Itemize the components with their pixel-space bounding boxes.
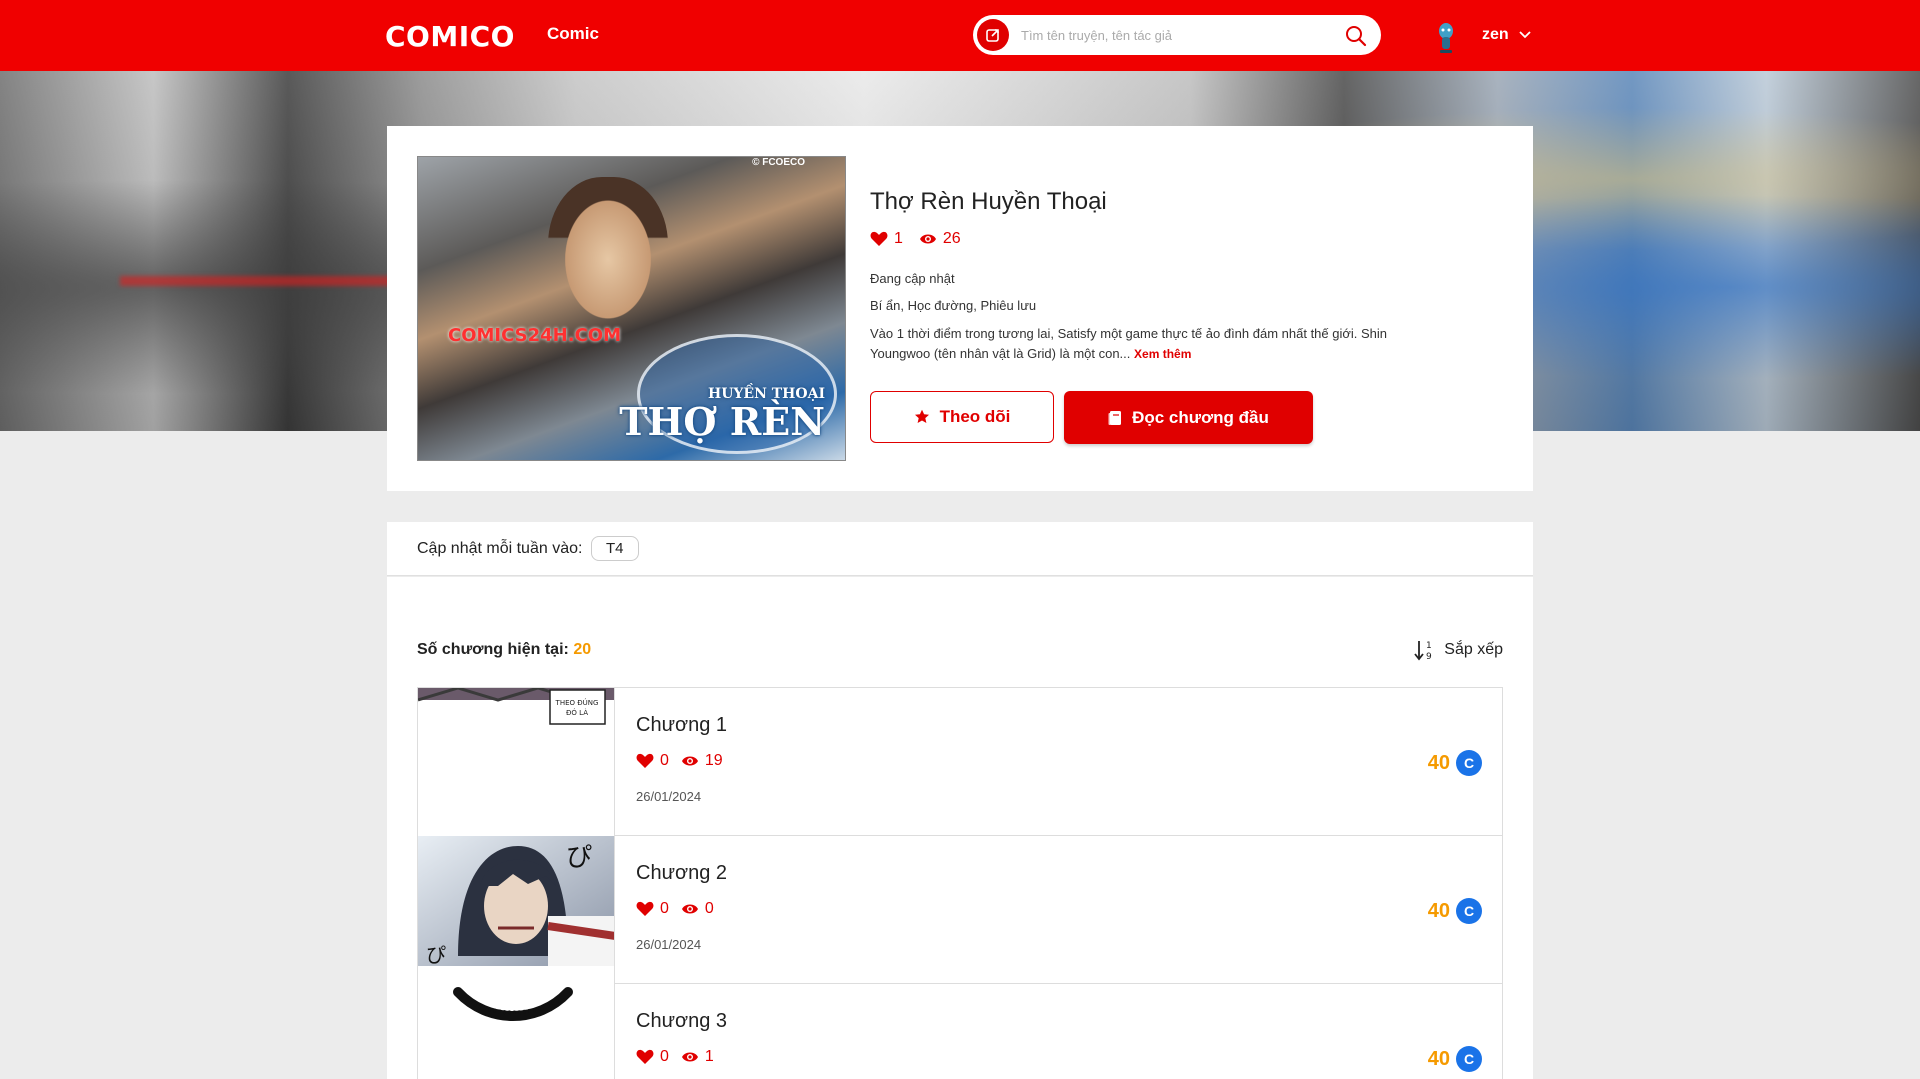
comic-stats: 1 26 xyxy=(870,230,961,248)
chapter-stats: 0 1 xyxy=(636,1048,714,1066)
search-input[interactable] xyxy=(1021,23,1321,47)
sort-button[interactable]: 19 Sắp xếp xyxy=(1414,639,1503,661)
heart-icon xyxy=(636,1049,654,1064)
nav-comic-link[interactable]: Comic xyxy=(547,24,599,44)
chapter-like-count: 0 xyxy=(660,900,669,917)
eye-icon xyxy=(681,1052,698,1062)
chapter-list: THEO ĐÚNG ĐÓ LÀ Chương 1 0 19 26/01/2024… xyxy=(417,687,1503,1079)
read-first-label: Đọc chương đầu xyxy=(1132,407,1269,427)
svg-text:ぴ: ぴ xyxy=(426,943,446,967)
comic-description: Vào 1 thời điểm trong tương lai, Satisfy… xyxy=(870,324,1430,364)
svg-text:ぴ: ぴ xyxy=(566,843,592,873)
eye-icon xyxy=(681,904,698,914)
chapter-thumbnail xyxy=(418,984,615,1079)
cover-site-text: COMICS24H.COM xyxy=(448,325,622,346)
chapter-like-count: 0 xyxy=(660,752,669,769)
cover-character xyxy=(548,177,668,327)
eye-icon xyxy=(919,234,936,244)
chapter-view-count: 1 xyxy=(704,1048,714,1065)
chapter-likes: 0 xyxy=(636,900,669,918)
sort-label: Sắp xếp xyxy=(1444,641,1503,658)
chapter-date: 26/01/2024 xyxy=(636,937,702,952)
chapter-count: Số chương hiện tại: 20 xyxy=(417,641,591,659)
comic-info-card: © FCOECO COMICS24H.COM HUYỀN THOẠI THỢ R… xyxy=(387,126,1533,491)
view-stat: 26 xyxy=(919,230,961,248)
book-icon xyxy=(1108,410,1122,425)
see-more-link[interactable]: Xem thêm xyxy=(1134,347,1191,361)
chapter-price: 40 C xyxy=(1428,1046,1482,1072)
chapter-likes: 0 xyxy=(636,1048,669,1066)
chevron-down-icon xyxy=(1519,26,1531,44)
chapter-views: 1 xyxy=(681,1048,714,1066)
username-label: zen xyxy=(1482,26,1509,43)
svg-text:ĐÓ LÀ: ĐÓ LÀ xyxy=(566,708,588,717)
sort-icon: 19 xyxy=(1414,641,1432,661)
chapter-view-count: 19 xyxy=(704,752,723,769)
heart-icon xyxy=(636,753,654,768)
chapter-row[interactable]: Chương 3 0 1 40 C xyxy=(418,984,1502,1079)
chapter-title[interactable]: Chương 2 xyxy=(636,862,727,885)
read-first-chapter-button[interactable]: Đọc chương đầu xyxy=(1064,391,1313,444)
chapter-row[interactable]: THEO ĐÚNG ĐÓ LÀ Chương 1 0 19 26/01/2024… xyxy=(418,688,1502,836)
chapter-title[interactable]: Chương 3 xyxy=(636,1010,727,1033)
eye-icon xyxy=(681,756,698,766)
price-value: 40 xyxy=(1427,1047,1450,1070)
heart-icon xyxy=(636,901,654,916)
price-value: 40 xyxy=(1427,899,1450,922)
edit-icon[interactable] xyxy=(977,19,1009,51)
chapter-like-count: 0 xyxy=(660,1048,669,1065)
follow-label: Theo dõi xyxy=(939,407,1011,426)
chapter-title[interactable]: Chương 1 xyxy=(636,714,727,737)
follow-button[interactable]: Theo dõi xyxy=(870,391,1054,443)
like-stat: 1 xyxy=(870,230,903,248)
chapter-stats: 0 0 xyxy=(636,900,714,918)
like-count: 1 xyxy=(894,230,903,247)
update-schedule: Cập nhật mỗi tuần vào: T4 xyxy=(387,522,1533,576)
cover-title-text: HUYỀN THOẠI THỢ RÈN xyxy=(619,386,825,442)
chapter-price: 40 C xyxy=(1428,750,1482,776)
coin-icon: C xyxy=(1456,750,1482,776)
chapter-thumbnail: THEO ĐÚNG ĐÓ LÀ xyxy=(418,688,615,836)
chapter-price: 40 C xyxy=(1428,898,1482,924)
search-icon[interactable] xyxy=(1345,25,1367,47)
thumb-text-1: THEO ĐÚNG xyxy=(555,698,599,707)
search-bar xyxy=(973,15,1381,55)
cover-title-main: THỢ RÈN xyxy=(619,399,825,444)
price-value: 40 xyxy=(1427,751,1450,774)
user-menu[interactable]: zen xyxy=(1482,26,1531,44)
heart-icon xyxy=(870,231,888,246)
schedule-day-badge: T4 xyxy=(591,536,639,561)
chapter-count-label: Số chương hiện tại: xyxy=(417,641,569,658)
coin-icon: C xyxy=(1456,898,1482,924)
avatar[interactable] xyxy=(1436,22,1456,56)
chapter-row[interactable]: ぴ ぴ Chương 2 0 0 26/01/2024 40 C xyxy=(418,836,1502,984)
chapter-views: 0 xyxy=(681,900,714,918)
description-text: Vào 1 thời điểm trong tương lai, Satisfy… xyxy=(870,326,1388,361)
star-icon xyxy=(914,409,929,423)
chapter-section: Số chương hiện tại: 20 19 Sắp xếp THEO Đ… xyxy=(387,577,1533,1079)
comic-genres: Bí ẩn, Học đường, Phiêu lưu xyxy=(870,298,1037,313)
top-navbar: COMICO Comic zen xyxy=(0,0,1920,71)
coin-icon: C xyxy=(1456,1046,1482,1072)
chapter-date: 26/01/2024 xyxy=(636,789,702,804)
comico-logo[interactable]: COMICO xyxy=(385,20,515,53)
schedule-label: Cập nhật mỗi tuần vào: xyxy=(417,540,583,557)
chapter-thumbnail: ぴ ぴ xyxy=(418,836,615,984)
svg-text:1: 1 xyxy=(1426,641,1432,651)
view-count: 26 xyxy=(942,230,961,247)
banner-decoration xyxy=(120,276,400,286)
chapter-view-count: 0 xyxy=(704,900,714,917)
comic-cover-image: © FCOECO COMICS24H.COM HUYỀN THOẠI THỢ R… xyxy=(417,156,846,461)
chapter-count-value: 20 xyxy=(573,641,592,658)
cover-watermark: © FCOECO xyxy=(752,157,805,168)
chapter-stats: 0 19 xyxy=(636,752,723,770)
chapter-views: 19 xyxy=(681,752,723,770)
chapter-likes: 0 xyxy=(636,752,669,770)
comic-title: Thợ Rèn Huyền Thoại xyxy=(870,188,1107,215)
svg-text:9: 9 xyxy=(1426,652,1432,661)
comic-status: Đang cập nhật xyxy=(870,271,955,286)
